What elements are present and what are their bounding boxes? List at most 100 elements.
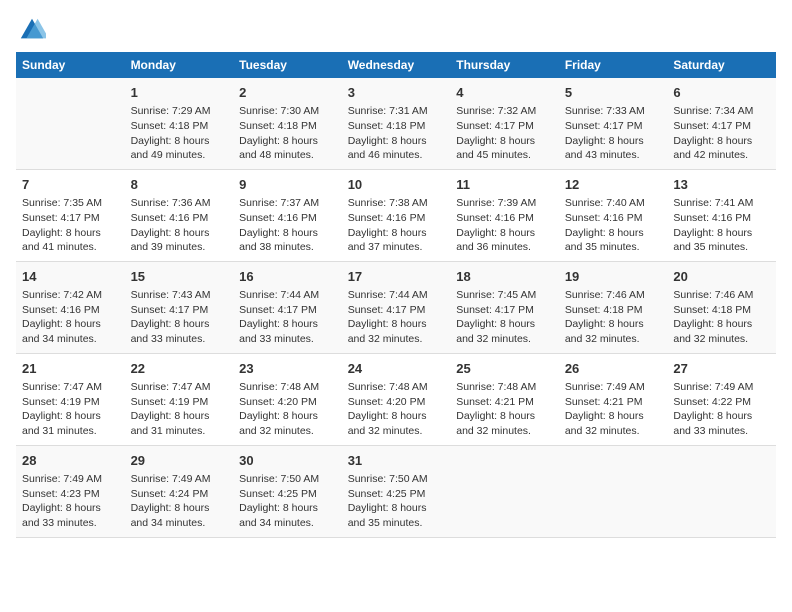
cell-info: Sunrise: 7:46 AM Sunset: 4:18 PM Dayligh… — [565, 288, 662, 347]
calendar-cell: 24 Sunrise: 7:48 AM Sunset: 4:20 PM Dayli… — [342, 353, 451, 445]
cell-info: Sunrise: 7:32 AM Sunset: 4:17 PM Dayligh… — [456, 104, 553, 163]
calendar-cell — [16, 78, 125, 169]
day-number: 10 — [348, 176, 445, 194]
day-number: 9 — [239, 176, 336, 194]
day-number: 19 — [565, 268, 662, 286]
calendar-cell: 16Sunrise: 7:44 AM Sunset: 4:17 PM Dayli… — [233, 261, 342, 353]
cell-info: Sunrise: 7:38 AM Sunset: 4:16 PM Dayligh… — [348, 196, 445, 255]
cell-info: Sunrise: 7:40 AM Sunset: 4:16 PM Dayligh… — [565, 196, 662, 255]
cell-info: Sunrise: 7:48 AM Sunset: 4:20 PM Dayligh… — [239, 380, 336, 439]
day-number: 22 — [131, 360, 228, 378]
cell-info: Sunrise: 7:44 AM Sunset: 4:17 PM Dayligh… — [239, 288, 336, 347]
calendar-cell: 19 Sunrise: 7:46 AM Sunset: 4:18 PM Dayli… — [559, 261, 668, 353]
cell-info: Sunrise: 7:43 AM Sunset: 4:17 PM Dayligh… — [131, 288, 228, 347]
day-number: 20 — [673, 268, 770, 286]
cell-info: Sunrise: 7:42 AM Sunset: 4:16 PM Dayligh… — [22, 288, 119, 347]
day-number: 29 — [131, 452, 228, 470]
calendar-week-3: 14 Sunrise: 7:42 AM Sunset: 4:16 PM Dayli… — [16, 261, 776, 353]
day-number: 5 — [565, 84, 662, 102]
cell-info: Sunrise: 7:48 AM Sunset: 4:21 PM Dayligh… — [456, 380, 553, 439]
calendar-cell: 20 Sunrise: 7:46 AM Sunset: 4:18 PM Dayli… — [667, 261, 776, 353]
logo — [16, 16, 46, 44]
day-number: 14 — [22, 268, 119, 286]
day-number: 3 — [348, 84, 445, 102]
calendar-week-5: 28Sunrise: 7:49 AM Sunset: 4:23 PM Dayli… — [16, 445, 776, 537]
cell-info: Sunrise: 7:49 AM Sunset: 4:24 PM Dayligh… — [131, 472, 228, 531]
calendar-cell: 25 Sunrise: 7:48 AM Sunset: 4:21 PM Dayli… — [450, 353, 559, 445]
calendar-cell: 18 Sunrise: 7:45 AM Sunset: 4:17 PM Dayli… — [450, 261, 559, 353]
cell-info: Sunrise: 7:47 AM Sunset: 4:19 PM Dayligh… — [131, 380, 228, 439]
cell-info: Sunrise: 7:30 AM Sunset: 4:18 PM Dayligh… — [239, 104, 336, 163]
day-number: 31 — [348, 452, 445, 470]
day-number: 27 — [673, 360, 770, 378]
day-number: 1 — [131, 84, 228, 102]
calendar-cell: 10 Sunrise: 7:38 AM Sunset: 4:16 PM Dayli… — [342, 169, 451, 261]
cell-info: Sunrise: 7:29 AM Sunset: 4:18 PM Dayligh… — [131, 104, 228, 163]
day-number: 15 — [131, 268, 228, 286]
cell-info: Sunrise: 7:46 AM Sunset: 4:18 PM Dayligh… — [673, 288, 770, 347]
calendar-cell — [559, 445, 668, 537]
cell-info: Sunrise: 7:49 AM Sunset: 4:23 PM Dayligh… — [22, 472, 119, 531]
header — [16, 16, 776, 44]
cell-info: Sunrise: 7:50 AM Sunset: 4:25 PM Dayligh… — [348, 472, 445, 531]
day-number: 24 — [348, 360, 445, 378]
cell-info: Sunrise: 7:45 AM Sunset: 4:17 PM Dayligh… — [456, 288, 553, 347]
cell-info: Sunrise: 7:49 AM Sunset: 4:22 PM Dayligh… — [673, 380, 770, 439]
cell-info: Sunrise: 7:49 AM Sunset: 4:21 PM Dayligh… — [565, 380, 662, 439]
cell-info: Sunrise: 7:50 AM Sunset: 4:25 PM Dayligh… — [239, 472, 336, 531]
calendar-cell: 22 Sunrise: 7:47 AM Sunset: 4:19 PM Dayli… — [125, 353, 234, 445]
day-number: 18 — [456, 268, 553, 286]
calendar-cell: 30 Sunrise: 7:50 AM Sunset: 4:25 PM Dayli… — [233, 445, 342, 537]
calendar-cell — [667, 445, 776, 537]
calendar-cell: 5 Sunrise: 7:33 AM Sunset: 4:17 PM Daylig… — [559, 78, 668, 169]
calendar-cell: 29 Sunrise: 7:49 AM Sunset: 4:24 PM Dayli… — [125, 445, 234, 537]
calendar-cell: 26 Sunrise: 7:49 AM Sunset: 4:21 PM Dayli… — [559, 353, 668, 445]
day-number: 21 — [22, 360, 119, 378]
calendar-cell: 13Sunrise: 7:41 AM Sunset: 4:16 PM Dayli… — [667, 169, 776, 261]
day-number: 25 — [456, 360, 553, 378]
calendar-cell: 15 Sunrise: 7:43 AM Sunset: 4:17 PM Dayli… — [125, 261, 234, 353]
calendar-week-1: 1 Sunrise: 7:29 AM Sunset: 4:18 PM Daylig… — [16, 78, 776, 169]
calendar-cell: 6Sunrise: 7:34 AM Sunset: 4:17 PM Daylig… — [667, 78, 776, 169]
calendar-cell: 21Sunrise: 7:47 AM Sunset: 4:19 PM Dayli… — [16, 353, 125, 445]
day-number: 30 — [239, 452, 336, 470]
calendar-cell — [450, 445, 559, 537]
cell-info: Sunrise: 7:34 AM Sunset: 4:17 PM Dayligh… — [673, 104, 770, 163]
day-number: 4 — [456, 84, 553, 102]
cell-info: Sunrise: 7:48 AM Sunset: 4:20 PM Dayligh… — [348, 380, 445, 439]
day-number: 26 — [565, 360, 662, 378]
calendar-cell: 4 Sunrise: 7:32 AM Sunset: 4:17 PM Daylig… — [450, 78, 559, 169]
day-number: 13 — [673, 176, 770, 194]
logo-icon — [18, 16, 46, 44]
day-number: 7 — [22, 176, 119, 194]
weekday-header-monday: Monday — [125, 52, 234, 78]
day-number: 11 — [456, 176, 553, 194]
calendar-table: SundayMondayTuesdayWednesdayThursdayFrid… — [16, 52, 776, 538]
calendar-cell: 12 Sunrise: 7:40 AM Sunset: 4:16 PM Dayli… — [559, 169, 668, 261]
cell-info: Sunrise: 7:33 AM Sunset: 4:17 PM Dayligh… — [565, 104, 662, 163]
day-number: 12 — [565, 176, 662, 194]
calendar-cell: 17Sunrise: 7:44 AM Sunset: 4:17 PM Dayli… — [342, 261, 451, 353]
weekday-header-wednesday: Wednesday — [342, 52, 451, 78]
calendar-header: SundayMondayTuesdayWednesdayThursdayFrid… — [16, 52, 776, 78]
calendar-cell: 14 Sunrise: 7:42 AM Sunset: 4:16 PM Dayli… — [16, 261, 125, 353]
cell-info: Sunrise: 7:44 AM Sunset: 4:17 PM Dayligh… — [348, 288, 445, 347]
calendar-cell: 8Sunrise: 7:36 AM Sunset: 4:16 PM Daylig… — [125, 169, 234, 261]
weekday-header-saturday: Saturday — [667, 52, 776, 78]
weekday-header-sunday: Sunday — [16, 52, 125, 78]
calendar-cell: 3 Sunrise: 7:31 AM Sunset: 4:18 PM Daylig… — [342, 78, 451, 169]
calendar-cell: 9Sunrise: 7:37 AM Sunset: 4:16 PM Daylig… — [233, 169, 342, 261]
calendar-cell: 1 Sunrise: 7:29 AM Sunset: 4:18 PM Daylig… — [125, 78, 234, 169]
weekday-header-friday: Friday — [559, 52, 668, 78]
calendar-cell: 23 Sunrise: 7:48 AM Sunset: 4:20 PM Dayli… — [233, 353, 342, 445]
calendar-cell: 28Sunrise: 7:49 AM Sunset: 4:23 PM Dayli… — [16, 445, 125, 537]
weekday-header-tuesday: Tuesday — [233, 52, 342, 78]
day-number: 23 — [239, 360, 336, 378]
calendar-week-4: 21 Sunrise: 7:47 AM Sunset: 4:19 PM Dayli… — [16, 353, 776, 445]
calendar-cell: 7Sunrise: 7:35 AM Sunset: 4:17 PM Daylig… — [16, 169, 125, 261]
cell-info: Sunrise: 7:31 AM Sunset: 4:18 PM Dayligh… — [348, 104, 445, 163]
weekday-header-thursday: Thursday — [450, 52, 559, 78]
cell-info: Sunrise: 7:36 AM Sunset: 4:16 PM Dayligh… — [131, 196, 228, 255]
cell-info: Sunrise: 7:39 AM Sunset: 4:16 PM Dayligh… — [456, 196, 553, 255]
calendar-cell: 2Sunrise: 7:30 AM Sunset: 4:18 PM Daylig… — [233, 78, 342, 169]
